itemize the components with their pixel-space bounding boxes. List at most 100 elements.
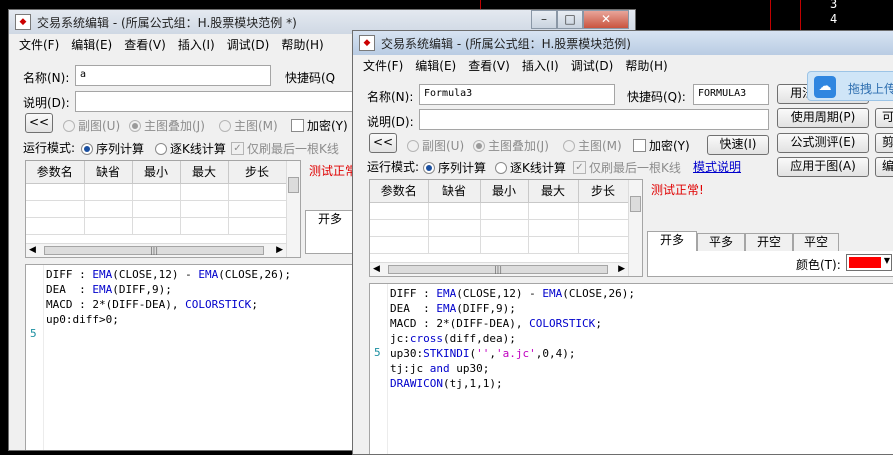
title-bar[interactable]: ◆ 交易系统编辑 - (所属公式组：H.股票模块范例) [353, 31, 893, 55]
menu-insert[interactable]: 插入(I) [516, 57, 565, 74]
radio-sequence-calc[interactable]: 序列计算 [423, 159, 486, 176]
description-input[interactable] [419, 109, 769, 130]
menu-edit[interactable]: 编辑(E) [409, 57, 462, 74]
param-header-name[interactable]: 参数名 [370, 180, 429, 203]
param-header-step[interactable]: 步长 [228, 161, 287, 184]
radio-sequence-calc[interactable]: 序列计算 [81, 140, 144, 157]
formula-editor-window-front[interactable]: ◆ 交易系统编辑 - (所属公式组：H.股票模块范例) 文件(F) 编辑(E) … [352, 30, 893, 455]
collapse-button[interactable]: << [25, 113, 53, 133]
tab-open-long[interactable]: 开多 [647, 231, 697, 252]
scroll-right-icon[interactable]: ▶ [276, 245, 283, 255]
menu-debug[interactable]: 调试(D) [565, 57, 620, 74]
color-picker[interactable]: ▼ [846, 254, 892, 271]
code-line[interactable]: DIFF : EMA(CLOSE,12) - EMA(CLOSE,26); [46, 267, 291, 282]
right-edge-button[interactable]: 编 [875, 157, 893, 177]
tab-close-long[interactable]: 平多 [697, 233, 745, 252]
refresh-last-checkbox[interactable]: ✓ 仅刷最后一根K线 [231, 140, 339, 157]
table-row[interactable] [26, 200, 287, 218]
right-edge-button[interactable]: 可 [875, 108, 893, 128]
code-line[interactable]: DEA : EMA(DIFF,9); [390, 301, 635, 316]
radio-subchart[interactable]: 副图(U) [63, 117, 120, 134]
refresh-last-checkbox[interactable]: ✓ 仅刷最后一根K线 [573, 159, 681, 176]
tab-open-long[interactable]: 开多 [305, 210, 355, 231]
table-row[interactable] [370, 236, 629, 254]
maximize-icon[interactable]: □ [557, 10, 583, 29]
fast-button[interactable]: 快速(I) [707, 135, 769, 155]
horizontal-scrollbar[interactable]: ◀ ||| ▶ [26, 243, 286, 257]
code-line[interactable]: MACD : 2*(DIFF-DEA), COLORSTICK; [46, 297, 291, 312]
menu-insert[interactable]: 插入(I) [172, 36, 221, 53]
code-line[interactable]: up0:diff>0; [46, 312, 291, 327]
param-header-default[interactable]: 缺省 [428, 180, 481, 203]
description-input[interactable] [75, 91, 365, 112]
param-header-default[interactable]: 缺省 [84, 161, 133, 184]
vertical-scrollbar[interactable] [628, 180, 642, 276]
code-line[interactable]: DEA : EMA(DIFF,9); [46, 282, 291, 297]
radio-main-overlay[interactable]: 主图叠加(J) [129, 117, 205, 134]
code-line[interactable]: tj:jc and up30; [390, 361, 635, 376]
param-header-name[interactable]: 参数名 [26, 161, 85, 184]
tab-open-short[interactable]: 开空 [745, 233, 793, 252]
parameter-table[interactable]: 参数名 缺省 最小 最大 步长 ◀ ||| ▶ [369, 179, 643, 277]
param-header-min[interactable]: 最小 [132, 161, 181, 184]
code-line[interactable]: up30:STKINDI('','a.jc',0,4); [390, 346, 635, 361]
table-row[interactable] [26, 217, 287, 235]
right-edge-button[interactable]: 剪 [875, 133, 893, 153]
formula-test-button[interactable]: 公式测评(E) [777, 133, 869, 153]
scroll-thumb[interactable]: ||| [388, 265, 608, 274]
code-line[interactable]: DRAWICON(tj,1,1); [390, 376, 635, 391]
vertical-scrollbar[interactable] [286, 161, 300, 257]
minimize-icon[interactable]: – [531, 10, 557, 29]
code-line[interactable] [46, 327, 291, 342]
param-header-max[interactable]: 最大 [180, 161, 229, 184]
menu-view[interactable]: 查看(V) [118, 36, 172, 53]
close-icon[interactable]: ✕ [583, 10, 629, 29]
name-input[interactable]: Formula3 [419, 84, 615, 105]
scroll-thumb[interactable] [288, 177, 299, 193]
menu-edit[interactable]: 编辑(E) [65, 36, 118, 53]
menu-file[interactable]: 文件(F) [357, 57, 409, 74]
table-row[interactable] [370, 219, 629, 237]
apply-to-chart-button[interactable]: 应用于图(A) [777, 157, 869, 177]
radio-main[interactable]: 主图(M) [563, 137, 622, 154]
radio-subchart[interactable]: 副图(U) [407, 137, 464, 154]
param-header-min[interactable]: 最小 [480, 180, 529, 203]
param-header-max[interactable]: 最大 [528, 180, 579, 203]
scroll-thumb[interactable]: ||| [44, 246, 264, 255]
parameter-table[interactable]: 参数名 缺省 最小 最大 步长 ◀ ||| ▶ [25, 160, 301, 258]
scroll-thumb[interactable] [630, 196, 641, 212]
scroll-right-icon[interactable]: ▶ [618, 264, 625, 274]
encrypt-checkbox[interactable]: 加密(Y) [291, 117, 348, 134]
menu-file[interactable]: 文件(F) [13, 36, 65, 53]
menu-debug[interactable]: 调试(D) [221, 36, 276, 53]
code-line[interactable]: DIFF : EMA(CLOSE,12) - EMA(CLOSE,26); [390, 286, 635, 301]
code-text[interactable]: DIFF : EMA(CLOSE,12) - EMA(CLOSE,26); DEA… [46, 267, 291, 342]
menu-help[interactable]: 帮助(H) [275, 36, 329, 53]
menu-help[interactable]: 帮助(H) [619, 57, 673, 74]
code-line[interactable]: jc:cross(diff,dea); [390, 331, 635, 346]
hotkey-input[interactable]: FORMULA3 [693, 84, 769, 105]
code-line[interactable]: MACD : 2*(DIFF-DEA), COLORSTICK; [390, 316, 635, 331]
radio-main-overlay[interactable]: 主图叠加(J) [473, 137, 549, 154]
mode-help-link[interactable]: 模式说明 [693, 158, 741, 175]
code-text[interactable]: DIFF : EMA(CLOSE,12) - EMA(CLOSE,26); DEA… [390, 286, 635, 391]
upload-badge[interactable]: ☁ 拖拽上传 [807, 71, 893, 101]
radio-kline-calc[interactable]: 逐K线计算 [155, 140, 226, 157]
menu-view[interactable]: 查看(V) [462, 57, 516, 74]
radio-kline-calc[interactable]: 逐K线计算 [495, 159, 566, 176]
name-input[interactable]: a [75, 65, 271, 86]
code-editor[interactable]: 5 DIFF : EMA(CLOSE,12) - EMA(CLOSE,26); D… [25, 264, 375, 450]
chevron-down-icon[interactable]: ▼ [884, 256, 890, 265]
scroll-left-icon[interactable]: ◀ [373, 264, 380, 274]
scroll-left-icon[interactable]: ◀ [29, 245, 36, 255]
encrypt-checkbox[interactable]: 加密(Y) [633, 137, 690, 154]
collapse-button[interactable]: << [369, 133, 397, 153]
table-row[interactable] [370, 202, 629, 220]
param-header-step[interactable]: 步长 [578, 180, 629, 203]
use-period-button[interactable]: 使用周期(P) [777, 108, 869, 128]
radio-main[interactable]: 主图(M) [219, 117, 278, 134]
tab-close-short[interactable]: 平空 [793, 233, 839, 252]
code-editor[interactable]: 5 DIFF : EMA(CLOSE,12) - EMA(CLOSE,26); D… [369, 283, 893, 454]
table-row[interactable] [26, 183, 287, 201]
horizontal-scrollbar[interactable]: ◀ ||| ▶ [370, 262, 628, 276]
